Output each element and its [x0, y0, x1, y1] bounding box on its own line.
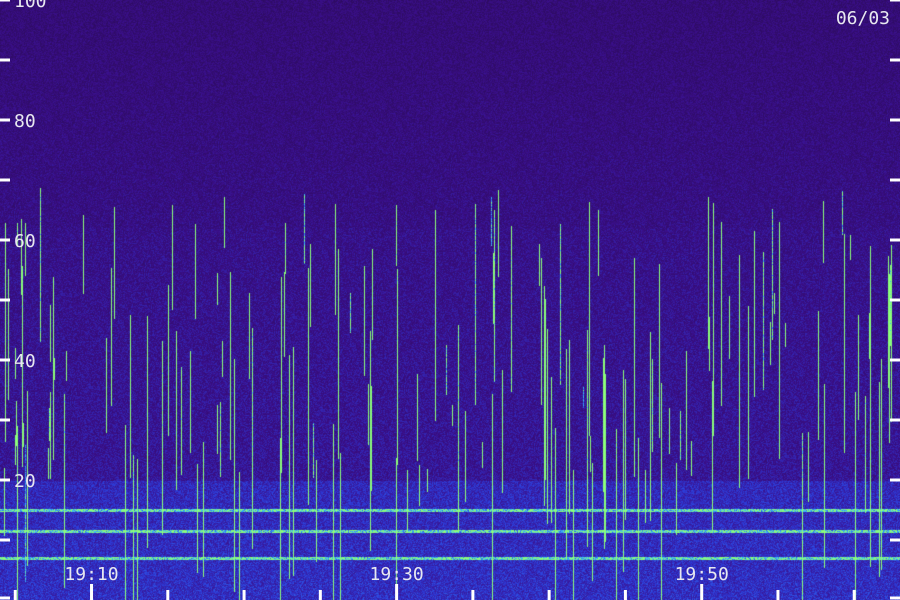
y-tick-label: 80 — [14, 111, 36, 132]
x-tick-label: 19:10 — [64, 564, 118, 585]
y-tick-label: 100 — [14, 0, 47, 12]
spectrogram-chart: 100 80 60 40 20 19:10 19:30 19:50 06/03 — [0, 0, 900, 600]
x-tick-label: 19:30 — [370, 564, 424, 585]
y-tick-label: 40 — [14, 351, 36, 372]
y-tick-label: 60 — [14, 231, 36, 252]
date-label: 06/03 — [836, 8, 890, 29]
spectrogram-heatmap — [0, 0, 900, 600]
y-tick-label: 20 — [14, 471, 36, 492]
x-tick-label: 19:50 — [675, 564, 729, 585]
